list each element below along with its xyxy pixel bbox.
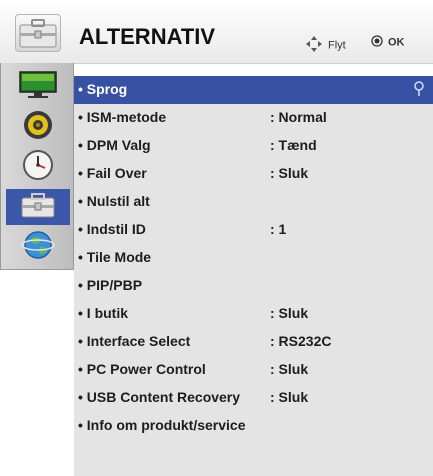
globe-icon [21,229,55,266]
ok-hint: OK [371,35,405,50]
menu-item-dpm-valg[interactable]: • DPM Valg : Tænd [74,132,433,160]
menu-item-label: • Indstil ID [78,221,146,237]
menu-item-label: • ISM-metode [78,109,167,125]
sidebar-item-network[interactable] [6,229,70,265]
toolbox-icon [20,191,56,224]
menu-item-value: : Tænd [270,137,317,153]
menu-header: ALTERNATIV Flyt OK [0,0,433,64]
menu-item-ism-metode[interactable]: • ISM-metode : Normal [74,104,433,132]
menu-item-sprog[interactable]: • Sprog [74,76,433,104]
menu-item-value: : Sluk [270,389,309,405]
option-menu: • Sprog • ISM-metode : Normal • DPM Valg… [74,76,433,476]
page-title: ALTERNATIV [79,24,216,49]
menu-item-label: • DPM Valg [78,137,151,153]
sidebar-item-picture[interactable] [6,69,70,105]
speaker-icon [22,109,54,146]
menu-item-value: : 1 [270,221,287,237]
toolbox-icon [15,14,61,52]
menu-item-fail-over[interactable]: • Fail Over : Sluk [74,160,433,188]
menu-item-value: : Sluk [270,165,309,181]
menu-item-label: • Nulstil alt [78,193,150,209]
menu-item-label: • Tile Mode [78,249,152,265]
menu-item-label: • Info om produkt/service [78,417,246,433]
sidebar-item-option[interactable] [6,189,70,225]
clock-icon [22,149,54,186]
monitor-icon [18,70,58,105]
move-hint-label: Flyt [328,39,346,52]
ok-hint-label: OK [388,36,405,49]
sidebar [0,63,74,270]
menu-item-value: : RS232C [270,333,332,349]
menu-item-label: • Interface Select [78,333,191,349]
menu-item-usb-content-recovery[interactable]: • USB Content Recovery : Sluk [74,384,433,412]
menu-item-info-om-produkt[interactable]: • Info om produkt/service [74,412,433,440]
menu-item-indstil-id[interactable]: • Indstil ID : 1 [74,216,433,244]
pin-icon [413,80,425,103]
menu-item-label: • Sprog [78,81,128,97]
menu-item-i-butik[interactable]: • I butik : Sluk [74,300,433,328]
move-arrows-icon [305,35,323,56]
ok-button-icon [371,35,383,50]
menu-item-value: : Sluk [270,361,309,377]
move-hint: Flyt [305,35,346,56]
menu-item-label: • PIP/PBP [78,277,143,293]
sidebar-item-time[interactable] [6,149,70,185]
menu-item-label: • PC Power Control [78,361,206,377]
sidebar-item-audio[interactable] [6,109,70,145]
menu-item-interface-select[interactable]: • Interface Select : RS232C [74,328,433,356]
menu-item-pc-power-control[interactable]: • PC Power Control : Sluk [74,356,433,384]
menu-item-nulstil-alt[interactable]: • Nulstil alt [74,188,433,216]
menu-item-label: • USB Content Recovery [78,389,241,405]
menu-item-pip-pbp[interactable]: • PIP/PBP [74,272,433,300]
menu-item-label: • I butik [78,305,129,321]
menu-item-label: • Fail Over [78,165,147,181]
menu-item-value: : Sluk [270,305,309,321]
menu-item-value: : Normal [270,109,327,125]
menu-item-tile-mode[interactable]: • Tile Mode [74,244,433,272]
